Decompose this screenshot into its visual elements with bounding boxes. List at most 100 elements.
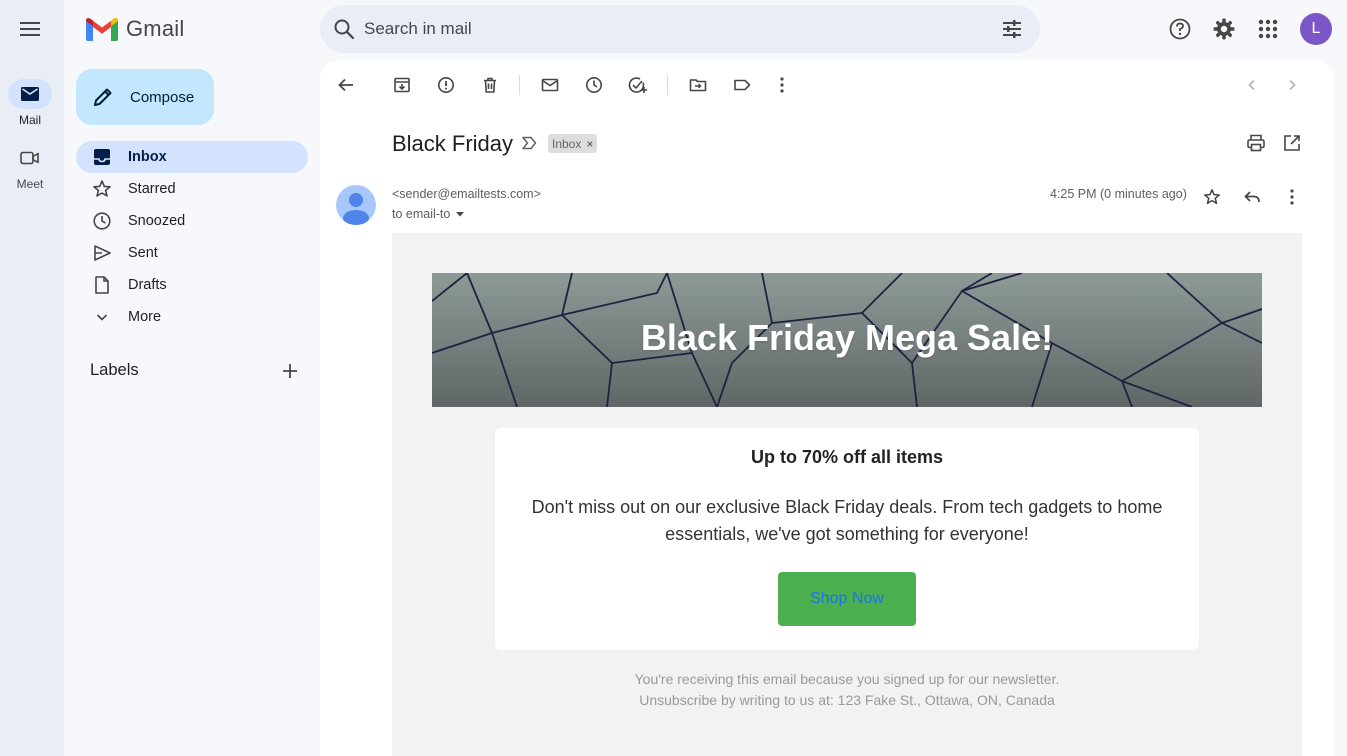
footer-line-2: Unsubscribe by writing to us at: 123 Fak…	[639, 692, 1055, 708]
newer-button[interactable]	[1236, 73, 1268, 97]
open-new-window-button[interactable]	[1282, 133, 1302, 153]
nav-item-drafts[interactable]: Drafts	[76, 269, 308, 301]
older-button[interactable]	[1276, 73, 1308, 97]
video-icon	[20, 151, 39, 165]
arrow-back-icon	[338, 78, 353, 92]
nav-item-starred[interactable]: Starred	[76, 173, 308, 205]
gmail-m-icon	[86, 18, 118, 41]
chevron-right-icon	[1289, 79, 1296, 91]
toolbar-divider	[519, 75, 520, 95]
star-button[interactable]	[1200, 185, 1224, 209]
mail-icon	[21, 87, 39, 101]
archive-button[interactable]	[386, 73, 418, 97]
help-icon	[1169, 18, 1191, 40]
mark-unread-button[interactable]	[534, 73, 566, 97]
shop-now-button[interactable]: Shop Now	[778, 572, 916, 626]
recipient-text: to email-to	[392, 207, 451, 221]
back-button[interactable]	[330, 73, 362, 97]
apps-button[interactable]	[1248, 9, 1288, 49]
snooze-button[interactable]	[578, 73, 610, 97]
move-to-button[interactable]	[682, 73, 714, 97]
label-chip-inbox: Inbox ×	[548, 134, 598, 153]
print-button[interactable]	[1246, 133, 1266, 153]
caret-down-icon	[456, 212, 465, 217]
labels-heading: Labels	[90, 361, 139, 379]
mail-outline-icon	[541, 78, 559, 92]
message-subject: Black Friday	[392, 131, 514, 156]
recipient-line[interactable]: to email-to	[392, 207, 466, 221]
gear-icon	[1213, 18, 1235, 40]
star-icon	[92, 179, 112, 199]
report-spam-button[interactable]	[430, 73, 462, 97]
promo-body: Don't miss out on our exclusive Black Fr…	[531, 497, 1163, 544]
rail-pill	[8, 143, 52, 173]
clock-icon	[586, 77, 602, 93]
report-icon	[438, 77, 454, 93]
gmail-logo[interactable]: Gmail	[86, 16, 184, 42]
plus-icon	[283, 364, 297, 378]
nav-label-drafts: Drafts	[128, 277, 167, 293]
remove-label-button[interactable]: ×	[586, 137, 593, 151]
add-label-button[interactable]	[278, 359, 302, 383]
more-vert-icon	[780, 77, 784, 93]
archive-icon	[394, 77, 410, 93]
reply-button[interactable]	[1240, 185, 1264, 209]
importance-marker-icon[interactable]	[520, 135, 540, 151]
person-icon	[343, 193, 369, 225]
search-options-icon[interactable]	[1000, 17, 1024, 41]
nav-label-more: More	[128, 309, 162, 325]
compose-button[interactable]: Compose	[76, 69, 214, 125]
inbox-icon	[92, 147, 112, 167]
labels-button[interactable]	[726, 73, 758, 97]
nav-label-inbox: Inbox	[128, 149, 167, 165]
more-actions-button[interactable]	[766, 73, 798, 97]
message-view: Black Friday Inbox × <sender@emailtests.…	[320, 61, 1334, 756]
sender-address[interactable]: <sender@emailtests.com>	[392, 187, 541, 201]
message-more-button[interactable]	[1280, 185, 1304, 209]
nav-label-starred: Starred	[128, 181, 176, 197]
nav-label-snoozed: Snoozed	[128, 213, 186, 229]
menu-icon	[20, 22, 40, 36]
pencil-icon	[94, 88, 112, 106]
label-icon	[734, 79, 751, 91]
rail-item-mail[interactable]: Mail	[0, 79, 60, 127]
support-button[interactable]	[1160, 9, 1200, 49]
nav-label-sent: Sent	[128, 245, 158, 261]
folder-move-icon	[689, 79, 707, 92]
chevron-left-icon	[1248, 79, 1255, 91]
nav-item-more[interactable]: More	[76, 301, 308, 333]
app-rail: Mail Meet	[0, 0, 64, 756]
search-input[interactable]	[364, 5, 984, 53]
main-menu-button[interactable]	[10, 9, 50, 49]
promo-card: Up to 70% off all items Don't miss out o…	[495, 428, 1199, 650]
task-add-icon	[628, 77, 647, 93]
search-icon[interactable]	[332, 17, 356, 41]
account-avatar[interactable]: L	[1300, 13, 1332, 45]
print-icon	[1247, 134, 1265, 152]
footer-line-1: You're receiving this email because you …	[634, 671, 1060, 687]
apps-grid-icon	[1258, 19, 1278, 39]
hero-banner: Black Friday Mega Sale!	[432, 273, 1262, 407]
promo-headline: Up to 70% off all items	[750, 447, 944, 467]
sender-avatar[interactable]	[336, 185, 376, 225]
rail-item-meet[interactable]: Meet	[0, 143, 60, 191]
compose-label: Compose	[130, 88, 195, 106]
nav-item-sent[interactable]: Sent	[76, 237, 308, 269]
nav-item-snoozed[interactable]: Snoozed	[76, 205, 308, 237]
toolbar-divider	[667, 75, 668, 95]
rail-label-meet: Meet	[16, 177, 44, 191]
delete-button[interactable]	[474, 73, 506, 97]
reply-icon	[1244, 191, 1260, 203]
chevron-down-icon	[92, 307, 112, 327]
draft-icon	[92, 275, 112, 295]
nav-item-inbox[interactable]: Inbox	[76, 141, 308, 173]
search-bar[interactable]	[320, 5, 1040, 53]
rail-label-mail: Mail	[18, 113, 41, 127]
settings-button[interactable]	[1204, 9, 1244, 49]
clock-icon	[92, 211, 112, 231]
add-to-tasks-button[interactable]	[622, 73, 654, 97]
open-in-new-icon	[1284, 135, 1300, 151]
label-chip-text: Inbox	[552, 136, 582, 151]
more-vert-icon	[1290, 189, 1294, 205]
message-time: 4:25 PM (0 minutes ago)	[1050, 187, 1187, 201]
